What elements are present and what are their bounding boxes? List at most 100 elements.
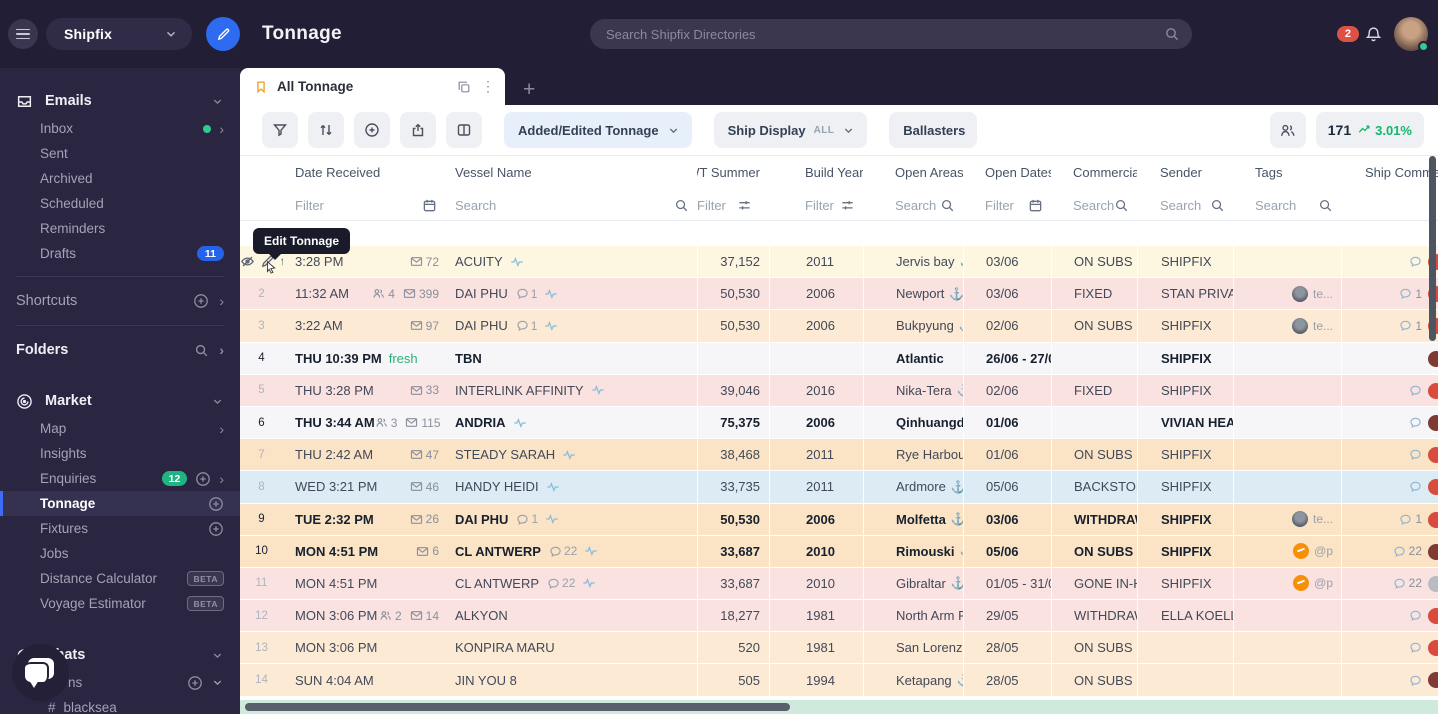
search-icon[interactable]: [1210, 198, 1225, 213]
sidebar-item-scheduled[interactable]: Scheduled: [0, 191, 240, 216]
comment-count[interactable]: 1: [1399, 319, 1422, 333]
column-filter[interactable]: Search: [445, 189, 697, 222]
column-header[interactable]: Tags: [1233, 156, 1341, 189]
add-tonnage-button[interactable]: [354, 112, 390, 148]
copy-icon[interactable]: [457, 80, 471, 94]
sidebar-item-folders[interactable]: Folders ›: [0, 336, 240, 364]
column-header[interactable]: Date Received: [283, 156, 445, 189]
activity-icon[interactable]: [546, 480, 560, 494]
sort-button[interactable]: [308, 112, 344, 148]
comment-count[interactable]: [1409, 416, 1422, 429]
column-header[interactable]: Open Areas: [863, 156, 963, 189]
horizontal-scrollbar-thumb[interactable]: [245, 703, 790, 711]
column-filter[interactable]: [1341, 189, 1438, 222]
search-icon[interactable]: [194, 343, 209, 358]
column-header[interactable]: Sender: [1137, 156, 1233, 189]
comment-count[interactable]: 22: [1393, 576, 1422, 590]
table-row[interactable]: 5THU 3:28 PM33INTERLINK AFFINITY39,04620…: [240, 375, 1438, 407]
activity-icon[interactable]: [510, 255, 524, 269]
activity-icon[interactable]: [544, 287, 558, 301]
tag-chip[interactable]: @p: [1293, 543, 1333, 559]
sidebar-item-inbox[interactable]: Inbox›: [0, 116, 240, 141]
table-row[interactable]: 10MON 4:51 PM6CL ANTWERP2233,6872010Rimo…: [240, 536, 1438, 568]
sidebar-item-jobs[interactable]: Jobs: [0, 541, 240, 566]
notification-badge[interactable]: 2: [1337, 26, 1359, 42]
kebab-icon[interactable]: ⋮: [481, 78, 495, 95]
activity-icon[interactable]: [544, 319, 558, 333]
table-row[interactable]: 9TUE 2:32 PM26DAI PHU150,5302006Molfetta…: [240, 504, 1438, 536]
tag-chip[interactable]: @p: [1293, 575, 1333, 591]
sidebar-item-reminders[interactable]: Reminders: [0, 216, 240, 241]
comment-count[interactable]: [1409, 255, 1422, 268]
table-row[interactable]: 33:22 AM97DAI PHU150,5302006Bukpyung⚓02/…: [240, 310, 1438, 342]
table-row[interactable]: 12MON 3:06 PM214ALKYON18,2771981North Ar…: [240, 600, 1438, 632]
global-search[interactable]: [590, 19, 1192, 49]
sidebar-item-sent[interactable]: Sent: [0, 141, 240, 166]
sidebar-item-shortcuts[interactable]: Shortcuts ›: [0, 287, 240, 315]
table-row[interactable]: 13MON 3:06 PMKONPIRA MARU5201981San Lore…: [240, 632, 1438, 664]
search-icon[interactable]: [1318, 198, 1333, 213]
comment-count[interactable]: [1409, 448, 1422, 461]
table-row[interactable]: 14SUN 4:04 AMJIN YOU 85051994Ketapang⚓28…: [240, 664, 1438, 696]
hamburger-icon[interactable]: [8, 19, 38, 49]
table-row[interactable]: 8WED 3:21 PM46HANDY HEIDI33,7352011Ardmo…: [240, 471, 1438, 503]
new-tab-button[interactable]: +: [523, 79, 535, 100]
sidebar-item-fixtures[interactable]: Fixtures: [0, 516, 240, 541]
comment-count[interactable]: [1409, 480, 1422, 493]
comment-count[interactable]: [1409, 609, 1422, 622]
column-filter[interactable]: Filter: [769, 189, 863, 222]
sidebar-section-market[interactable]: Market: [0, 386, 240, 416]
calendar-icon[interactable]: [422, 198, 437, 213]
search-input[interactable]: [606, 27, 1164, 42]
sliders-icon[interactable]: [840, 198, 855, 213]
sidebar-item-enquiries[interactable]: Enquiries 12›: [0, 466, 240, 491]
column-header[interactable]: Open Dates: [963, 156, 1051, 189]
filter-button[interactable]: [262, 112, 298, 148]
activity-icon[interactable]: [545, 512, 559, 526]
column-filter[interactable]: Search: [1137, 189, 1233, 222]
sidebar-item-voyage-estimator[interactable]: Voyage EstimatorBETA: [0, 591, 240, 616]
column-filter[interactable]: Filter: [963, 189, 1051, 222]
search-icon[interactable]: [1114, 198, 1129, 213]
comment-count[interactable]: [1409, 674, 1422, 687]
plus-circle-icon[interactable]: [208, 496, 224, 512]
column-header[interactable]: Ship Commen: [1341, 156, 1438, 189]
compose-button[interactable]: [206, 17, 240, 51]
sidebar-item-drafts[interactable]: Drafts11: [0, 241, 240, 266]
eye-off-icon[interactable]: [240, 254, 255, 269]
export-button[interactable]: [400, 112, 436, 148]
activity-icon[interactable]: [562, 448, 576, 462]
workspace-dropdown[interactable]: Shipfix: [46, 18, 192, 50]
sidebar-item-tonnage[interactable]: Tonnage: [0, 491, 240, 516]
sliders-icon[interactable]: [737, 198, 752, 213]
table-row[interactable]: ↑3:28 PM72ACUITY37,1522011Jervis bay⚓03/…: [240, 246, 1438, 278]
chat-widget-button[interactable]: [12, 644, 69, 701]
column-header[interactable]: Build Year: [769, 156, 863, 189]
column-header[interactable]: Vessel Name: [445, 156, 697, 189]
comment-count[interactable]: 1: [1399, 287, 1422, 301]
tag-chip[interactable]: te...: [1292, 511, 1333, 527]
plus-circle-icon[interactable]: [195, 471, 211, 487]
plus-circle-icon[interactable]: [187, 675, 203, 691]
owners-button[interactable]: [1270, 112, 1306, 148]
sidebar-item-insights[interactable]: Insights: [0, 441, 240, 466]
comment-count[interactable]: [1409, 384, 1422, 397]
column-filter[interactable]: Search: [1051, 189, 1137, 222]
sidebar-item-map[interactable]: Map›: [0, 416, 240, 441]
tab-all-tonnage[interactable]: All Tonnage ⋮: [240, 68, 505, 105]
column-header[interactable]: DWT Summer: [697, 156, 769, 189]
table-row[interactable]: 4THU 10:39 PMfreshTBNAtlantic26/06 - 27/…: [240, 343, 1438, 375]
activity-icon[interactable]: [584, 544, 598, 558]
plus-circle-icon[interactable]: [193, 293, 209, 309]
comment-count[interactable]: 22: [1393, 544, 1422, 558]
added-edited-tonnage-dropdown[interactable]: Added/Edited Tonnage: [504, 112, 692, 148]
table-row[interactable]: 211:32 AM4399DAI PHU150,5302006Newport⚓0…: [240, 278, 1438, 310]
sidebar-item-distance-calculator[interactable]: Distance CalculatorBETA: [0, 566, 240, 591]
search-icon[interactable]: [940, 198, 955, 213]
activity-icon[interactable]: [591, 383, 605, 397]
comment-count[interactable]: [1409, 641, 1422, 654]
column-filter[interactable]: Search: [863, 189, 963, 222]
bell-icon[interactable]: [1365, 26, 1382, 43]
tag-chip[interactable]: te...: [1292, 286, 1333, 302]
sidebar-item-archived[interactable]: Archived: [0, 166, 240, 191]
